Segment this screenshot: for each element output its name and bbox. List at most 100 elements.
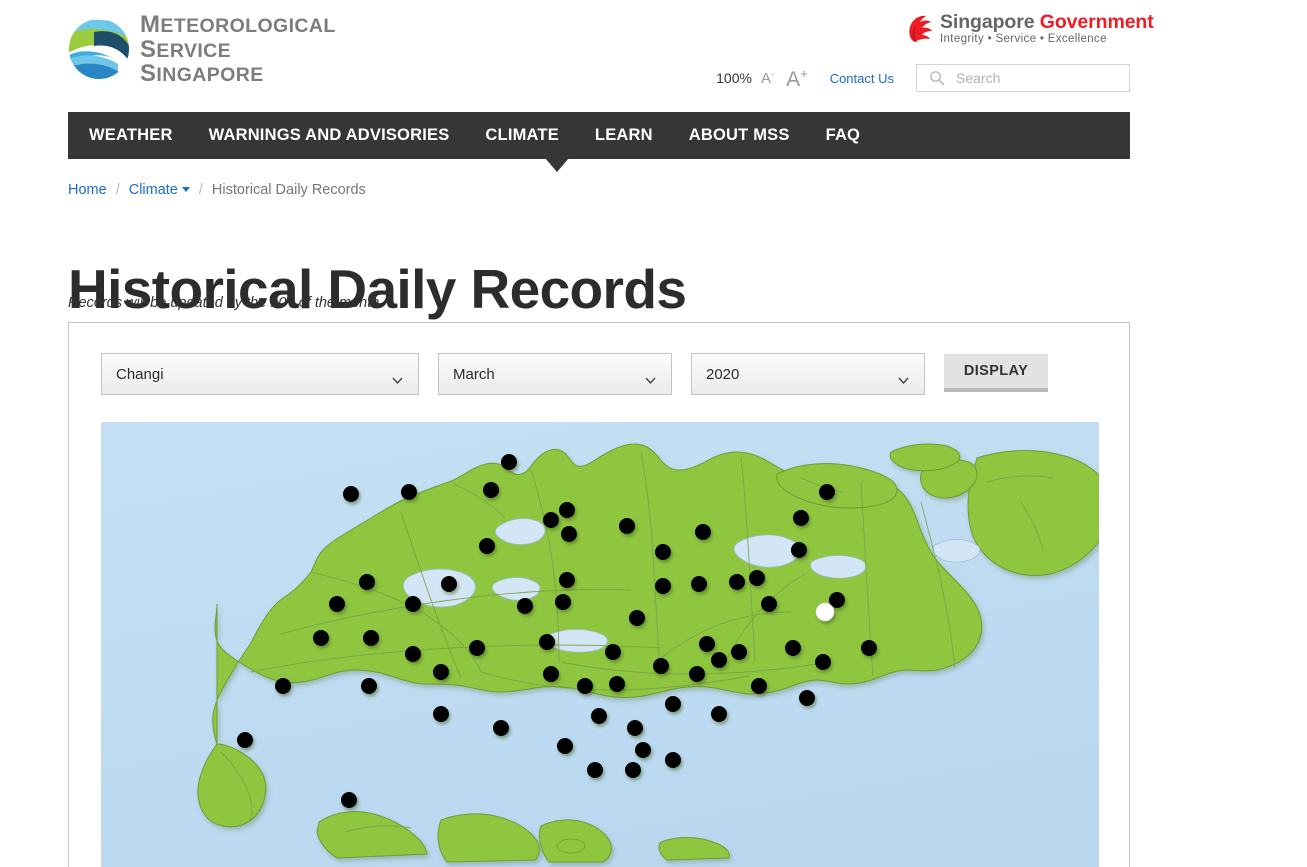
page-subtitle-ordinal: th xyxy=(286,293,295,304)
station-marker xyxy=(329,596,345,612)
station-marker xyxy=(751,678,767,694)
decrease-font-button[interactable]: A- xyxy=(761,69,774,86)
page-subtitle-before: Records will be updated by the 10 xyxy=(68,294,287,311)
chevron-down-icon xyxy=(645,371,656,384)
nav-item-weather[interactable]: WEATHER xyxy=(89,126,173,145)
station-marker xyxy=(577,678,593,694)
station-marker xyxy=(665,696,681,712)
search-icon xyxy=(929,70,945,86)
page-root: MMETEOROLOGICALETEOROLOGICAL SERVICE SIN… xyxy=(0,0,1307,867)
station-marker xyxy=(799,690,815,706)
station-select-value: Changi xyxy=(116,365,164,383)
station-marker xyxy=(605,644,621,660)
station-marker xyxy=(653,658,669,674)
display-button[interactable]: DISPLAY xyxy=(944,354,1048,392)
singapore-government-logo[interactable]: Singapore Government Integrity • Service… xyxy=(906,12,1154,45)
station-marker xyxy=(363,630,379,646)
station-marker xyxy=(695,524,711,540)
station-marker xyxy=(791,542,807,558)
station-marker xyxy=(861,640,877,656)
gov-logo-government: Government xyxy=(1039,11,1154,33)
station-marker xyxy=(483,482,499,498)
station-marker xyxy=(543,666,559,682)
breadcrumb-climate[interactable]: Climate xyxy=(129,182,190,198)
merlion-crest-icon xyxy=(906,13,934,45)
station-marker xyxy=(361,678,377,694)
nav-item-faq[interactable]: FAQ xyxy=(826,126,861,145)
station-select[interactable]: Changi xyxy=(101,353,419,395)
station-marker xyxy=(433,706,449,722)
station-marker xyxy=(629,610,645,626)
breadcrumb: Home / Climate / Historical Daily Record… xyxy=(68,182,366,198)
gov-logo-title: Singapore Government xyxy=(940,12,1154,32)
station-marker xyxy=(689,666,705,682)
breadcrumb-home[interactable]: Home xyxy=(68,182,107,198)
page-subtitle-after: of the month xyxy=(294,294,380,311)
station-marker xyxy=(343,486,359,502)
station-marker xyxy=(635,742,651,758)
station-marker xyxy=(591,708,607,724)
station-marker xyxy=(655,578,671,594)
month-select[interactable]: March xyxy=(438,353,672,395)
station-marker xyxy=(619,518,635,534)
station-marker xyxy=(711,706,727,722)
gov-logo-tagline: Integrity • Service • Excellence xyxy=(940,33,1107,46)
chevron-down-icon xyxy=(898,371,909,384)
station-marker xyxy=(819,484,835,500)
chevron-down-icon xyxy=(181,187,190,192)
year-select[interactable]: 2020 xyxy=(691,353,925,395)
station-marker xyxy=(405,596,421,612)
breadcrumb-current: Historical Daily Records xyxy=(211,182,366,198)
selected-station-marker xyxy=(815,602,835,622)
station-marker xyxy=(275,678,291,694)
nav-item-learn[interactable]: LEARN xyxy=(595,126,653,145)
station-marker xyxy=(665,752,681,768)
station-marker xyxy=(441,576,457,592)
nav-item-climate[interactable]: CLIMATE xyxy=(485,126,559,145)
station-marker xyxy=(785,640,801,656)
station-marker xyxy=(401,484,417,500)
search-input[interactable] xyxy=(954,69,1123,87)
station-marker xyxy=(493,720,509,736)
active-nav-caret-icon xyxy=(545,158,569,172)
mss-wordmark: MMETEOROLOGICALETEOROLOGICAL SERVICE SIN… xyxy=(140,11,336,86)
station-marker xyxy=(655,544,671,560)
mss-logo-line-1: MMETEOROLOGICALETEOROLOGICAL xyxy=(140,11,336,39)
main-navigation: WEATHER WARNINGS AND ADVISORIES CLIMATE … xyxy=(68,112,1130,159)
station-marker xyxy=(469,640,485,656)
station-marker xyxy=(359,574,375,590)
station-marker xyxy=(479,538,495,554)
station-marker xyxy=(749,570,765,586)
station-marker xyxy=(691,576,707,592)
contact-us-link[interactable]: Contact Us xyxy=(830,71,894,86)
station-marker xyxy=(517,598,533,614)
site-header: MMETEOROLOGICALETEOROLOGICAL SERVICE SIN… xyxy=(0,0,1307,112)
station-marker xyxy=(557,738,573,754)
station-marker xyxy=(555,594,571,610)
mss-logo[interactable]: MMETEOROLOGICALETEOROLOGICAL SERVICE SIN… xyxy=(68,10,408,88)
station-marker xyxy=(341,792,357,808)
station-marker xyxy=(559,572,575,588)
station-marker xyxy=(559,502,575,518)
search-box[interactable] xyxy=(916,64,1130,92)
station-marker xyxy=(625,762,641,778)
nav-item-warnings[interactable]: WARNINGS AND ADVISORIES xyxy=(209,126,450,145)
station-marker xyxy=(587,762,603,778)
breadcrumb-separator-2: / xyxy=(198,182,203,198)
utility-bar: 100% A- A+ Contact Us xyxy=(716,63,1130,93)
mss-logo-line-3: SINGAPORE xyxy=(140,60,264,88)
nav-item-about-mss[interactable]: ABOUT MSS xyxy=(689,126,790,145)
increase-font-button[interactable]: A+ xyxy=(786,66,808,89)
gov-logo-singapore: Singapore xyxy=(940,11,1035,33)
mss-logo-line-2: SERVICE xyxy=(140,35,232,63)
station-marker xyxy=(761,596,777,612)
station-marker xyxy=(539,634,555,650)
breadcrumb-separator-1: / xyxy=(115,182,120,198)
month-select-value: March xyxy=(453,365,495,383)
mss-logo-icon xyxy=(68,18,130,80)
station-marker xyxy=(543,512,559,528)
station-map[interactable] xyxy=(101,422,1099,867)
station-marker xyxy=(405,646,421,662)
station-marker xyxy=(237,732,253,748)
station-marker xyxy=(501,454,517,470)
